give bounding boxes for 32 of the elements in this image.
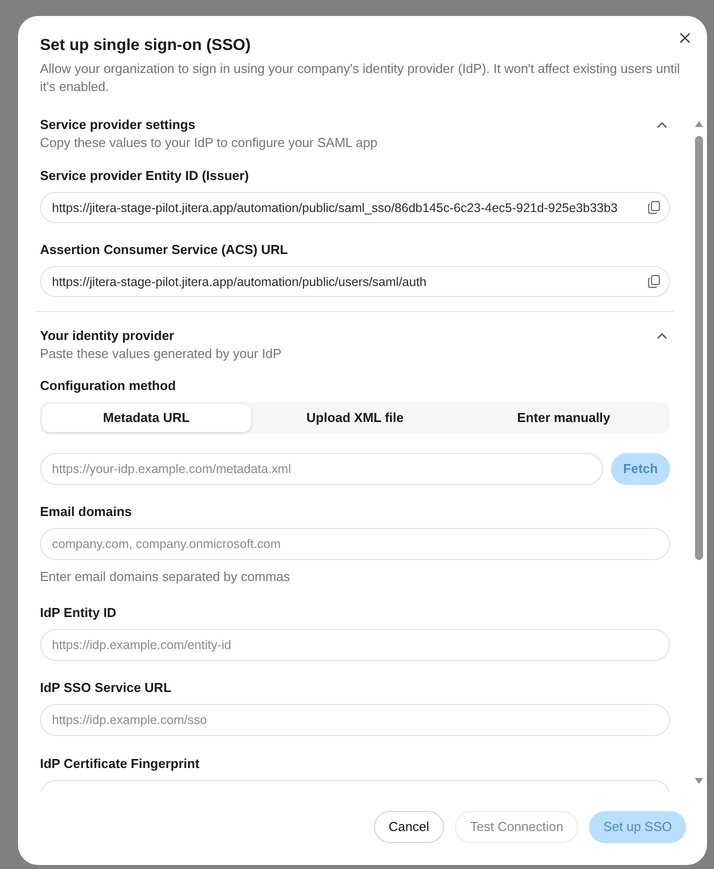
url-field[interactable]: https://jitera-stage-pilot.jitera.app/automation/public/users/saml/auth <box>40 266 670 297</box>
field-label: Email domains <box>40 503 133 521</box>
dialog-title: Set up single sign-on (SSO) <box>40 36 251 56</box>
method-tab[interactable]: Upload XML file <box>250 404 460 432</box>
field-label: Configuration method <box>40 377 177 395</box>
input-field[interactable]: https://idp.example.com/entity-id <box>40 629 670 661</box>
input-field[interactable]: https://your-idp.example.com/metadata.xml <box>40 453 603 485</box>
method-tab[interactable]: Metadata URL <box>42 404 251 432</box>
section-title: Service provider settings <box>40 116 196 134</box>
section-title: Your identity provider <box>40 327 176 345</box>
section-subtitle: Paste these values generated by your IdP <box>40 345 282 363</box>
field-label: Assertion Consumer Service (ACS) URL <box>40 241 289 259</box>
copy-icon[interactable] <box>648 275 660 288</box>
secondary-button[interactable]: Cancel <box>374 811 444 843</box>
input-field[interactable]: company.com, company.onmicrosoft.com <box>40 528 670 560</box>
copy-icon[interactable] <box>648 201 660 214</box>
scroll-up-arrow-icon[interactable] <box>694 121 702 127</box>
url-field[interactable]: https://jitera-stage-pilot.jitera.app/automation/public/saml_sso/86db145c-6c23-4ec5-921d-925e3b33b3 <box>40 192 670 223</box>
field-label: Service provider Entity ID (Issuer) <box>40 167 250 185</box>
field-hint: Enter email domains separated by commas <box>40 568 292 586</box>
field-label: IdP Entity ID <box>40 604 118 622</box>
method-tab[interactable]: Enter manually <box>459 404 668 432</box>
scrollbar-thumb[interactable] <box>694 136 702 560</box>
dialog-description: Allow your organization to sign in using your company's identity provider (IdP). It won't affect existing users until it's enabled. <box>40 60 681 96</box>
section-subtitle: Copy these values to your IdP to configure your SAML app <box>40 134 378 152</box>
close-icon[interactable] <box>680 33 690 43</box>
field-label: IdP SSO Service URL <box>40 679 172 697</box>
scroll-down-arrow-icon[interactable] <box>694 778 702 784</box>
field-label: IdP Certificate Fingerprint <box>40 755 200 773</box>
chevron-up-icon[interactable] <box>657 122 667 128</box>
input-field[interactable]: https://idp.example.com/sso <box>40 704 670 736</box>
chevron-up-icon[interactable] <box>657 333 667 339</box>
